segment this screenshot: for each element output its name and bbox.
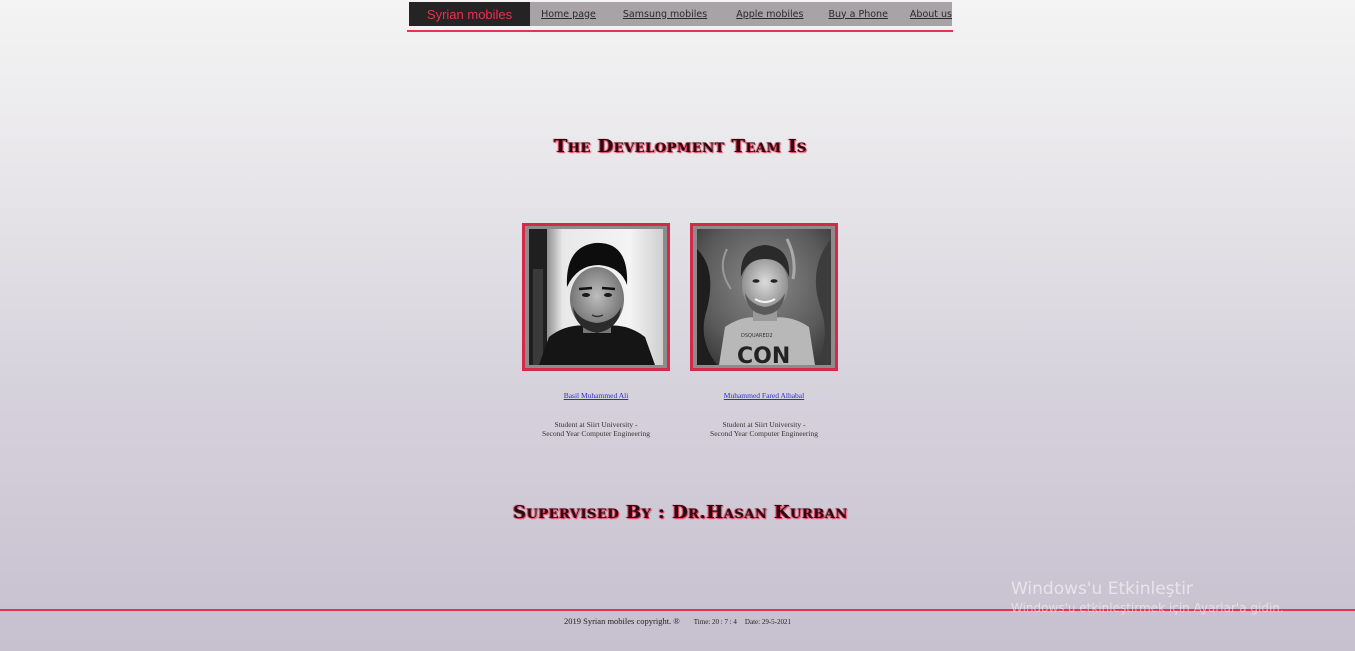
footer-copyright: 2019 Syrian mobiles copyright. ® <box>564 616 680 626</box>
nav-link-home[interactable]: Home page <box>541 2 596 26</box>
svg-text:DSQUARED2: DSQUARED2 <box>741 333 773 339</box>
nav-link-about[interactable]: About us <box>910 2 952 26</box>
team-member-card: Basil Muhammed Ali Student at Siirt Univ… <box>506 223 686 438</box>
member-description: Student at Siirt University - Second Yea… <box>674 420 854 438</box>
navbar-divider <box>407 30 953 32</box>
watermark-subtitle: Windows'u etkinleştirmek için Ayarlar'a … <box>1011 601 1284 615</box>
member-description-line: Second Year Computer Engineering <box>542 429 650 438</box>
svg-text:CON: CON <box>737 344 790 365</box>
member-photo: CON DSQUARED2 <box>690 223 838 371</box>
brand-logo-link[interactable]: Syrian mobiles <box>409 2 531 26</box>
supervisor-heading: Supervised By : Dr.Hasan Kurban <box>513 502 848 523</box>
nav-link-apple[interactable]: Apple mobiles <box>736 2 803 26</box>
member-description: Student at Siirt University - Second Yea… <box>506 420 686 438</box>
nav-link-samsung[interactable]: Samsung mobiles <box>623 2 707 26</box>
footer-date: Date: 29-5-2021 <box>744 618 791 626</box>
nav-link-buy-phone[interactable]: Buy a Phone <box>828 2 887 26</box>
top-navbar: Syrian mobiles Home page Samsung mobiles… <box>409 2 952 26</box>
member-description-line: Student at Siirt University - <box>722 420 806 429</box>
team-heading: The Development Team Is <box>553 136 808 157</box>
team-member-card: CON DSQUARED2 Muhammed Fared Alhabal Stu… <box>674 223 854 438</box>
footer: 2019 Syrian mobiles copyright. ® Time: 20… <box>0 616 1355 626</box>
windows-activation-watermark: Windows'u Etkinleştir Windows'u etkinleş… <box>1011 579 1284 615</box>
member-name-link[interactable]: Basil Muhammed Ali <box>506 391 686 400</box>
member-photo-image <box>529 229 663 365</box>
footer-time: Time: 20 : 7 : 4 <box>693 618 737 626</box>
member-photo-image: CON DSQUARED2 <box>697 229 831 365</box>
member-description-line: Second Year Computer Engineering <box>710 429 818 438</box>
member-name-link[interactable]: Muhammed Fared Alhabal <box>674 391 854 400</box>
watermark-title: Windows'u Etkinleştir <box>1011 579 1193 599</box>
member-photo <box>522 223 670 371</box>
member-description-line: Student at Siirt University - <box>554 420 638 429</box>
